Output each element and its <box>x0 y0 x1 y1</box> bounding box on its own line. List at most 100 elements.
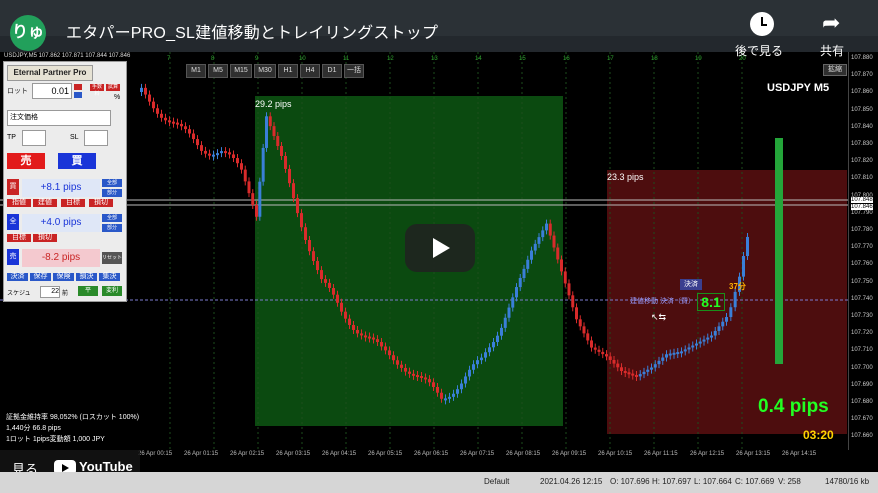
time-tick: 26 Apr 13:15 <box>736 451 771 457</box>
candle-body <box>420 375 423 378</box>
play-icon <box>433 238 450 258</box>
candle-body <box>380 342 383 347</box>
candle-body <box>515 287 518 298</box>
lot-up-button[interactable] <box>74 84 82 90</box>
target-button[interactable]: 目標 <box>61 199 85 207</box>
play-button[interactable] <box>405 224 475 272</box>
time-tick: 26 Apr 03:15 <box>276 451 311 457</box>
fee-button[interactable]: 手数料 <box>90 84 104 97</box>
period-line: 1,440分 66.8 pips <box>6 425 61 432</box>
time-tick: 26 Apr 04:15 <box>322 451 357 457</box>
time-tick: 26 Apr 02:15 <box>230 451 265 457</box>
share-button[interactable]: 共有 <box>820 42 844 59</box>
candle-body <box>503 317 507 328</box>
timeframe-button-H1[interactable]: H1 <box>278 64 298 78</box>
candle-body <box>184 126 187 130</box>
lot-down-button[interactable] <box>74 92 82 98</box>
breakeven-button[interactable]: 建値 <box>33 199 57 207</box>
price-tick: 107.830 <box>851 141 873 147</box>
candle-body <box>324 279 327 283</box>
minutes-label: 37分 <box>729 282 746 291</box>
top-number: 16 <box>563 56 570 62</box>
timeframe-button-D1[interactable]: D1 <box>322 64 342 78</box>
candle-body <box>468 369 471 377</box>
candle-body <box>456 389 459 394</box>
status-open: O: 107.696 <box>610 477 650 486</box>
candle-body <box>593 347 597 350</box>
all-close-all[interactable]: 全部 <box>102 214 122 222</box>
sell-action-row: 決済 保存 保険 損決 集決 <box>7 273 122 281</box>
reset-button[interactable]: リセット <box>102 252 122 264</box>
candle-body <box>144 87 147 95</box>
candle-body <box>228 152 231 155</box>
save-button[interactable]: 保存 <box>30 273 51 281</box>
flat-button[interactable]: 平 <box>78 286 98 296</box>
time-tick: 26 Apr 08:15 <box>506 451 541 457</box>
settle-tab-button[interactable]: 決済 <box>7 273 28 281</box>
candle-body <box>653 364 657 368</box>
timeframe-button-M1[interactable]: M1 <box>186 64 206 78</box>
size-input[interactable]: 22 <box>40 286 60 298</box>
candle-body <box>364 335 367 338</box>
trade-panel: Eternal Partner Pro ロット 0.01 手数料 試算 % 注文… <box>3 61 127 302</box>
price-tick: 107.850 <box>851 106 873 113</box>
candle-body <box>464 376 467 384</box>
candle-body <box>232 154 235 159</box>
timeframe-button-M30[interactable]: M30 <box>254 64 276 78</box>
channel-avatar[interactable]: りゅ <box>10 15 46 51</box>
buy-action-row: 指値 建値 目標 損切 <box>7 199 122 207</box>
insurance-button[interactable]: 保険 <box>53 273 74 281</box>
loss-settle-button[interactable]: 損決 <box>76 273 97 281</box>
candle-body <box>552 235 556 248</box>
top-number: 10 <box>299 56 306 62</box>
buy-button[interactable]: 買 <box>58 153 96 169</box>
change-button[interactable]: 変利 <box>102 286 122 296</box>
stoploss-button[interactable]: 損切 <box>89 199 113 207</box>
candle-body <box>240 163 243 170</box>
candle-body <box>412 373 415 376</box>
price-tick: 107.670 <box>851 416 873 423</box>
tp-input[interactable] <box>22 130 46 146</box>
all-target-button[interactable]: 目標 <box>7 234 31 242</box>
candle-body <box>672 352 676 355</box>
time-tick: 26 Apr 09:15 <box>552 451 587 457</box>
candle-body <box>160 113 163 118</box>
sl-input[interactable] <box>84 130 108 146</box>
all-close-part[interactable]: 部分 <box>102 224 122 232</box>
video-title[interactable]: エタパーPRO_SL建値移動とトレイリングストップ <box>66 19 438 43</box>
candle-body <box>212 154 215 157</box>
candle-body <box>733 291 737 308</box>
timeframe-button-H4[interactable]: H4 <box>300 64 320 78</box>
candle-body <box>432 382 435 387</box>
watch-later-button[interactable]: 後で見る <box>735 42 783 59</box>
expand-button[interactable]: 拡縮 <box>823 64 847 76</box>
green-zone-label: 29.2 pips <box>255 99 292 109</box>
price-tick: 107.880 <box>851 55 873 61</box>
time-tick: 26 Apr 07:15 <box>460 451 495 457</box>
sell-button[interactable]: 売 <box>7 153 45 169</box>
all-stoploss-button[interactable]: 損切 <box>33 234 57 242</box>
batch-settle-button[interactable]: 集決 <box>99 273 120 281</box>
lot-unit: % <box>114 94 121 101</box>
candle-body <box>258 181 262 217</box>
candle-body <box>265 116 268 148</box>
clock-icon <box>750 12 774 36</box>
timeframe-button-M5[interactable]: M5 <box>208 64 228 78</box>
margin-line: 証拠金維持率 98,052% (ロスカット 100%) <box>6 414 140 421</box>
candle-body <box>220 151 223 154</box>
lot-input[interactable]: 0.01 <box>32 83 72 99</box>
sell-side-tag: 売 <box>7 249 19 265</box>
candle-body <box>725 317 728 322</box>
candle-body <box>436 386 439 393</box>
price-tick: 107.700 <box>851 364 873 371</box>
candle-body <box>200 145 203 151</box>
buy-close-part[interactable]: 部分 <box>102 189 122 197</box>
timeframe-button-M15[interactable]: M15 <box>230 64 252 78</box>
settle-button[interactable]: 決済 <box>680 279 702 290</box>
candle-body <box>578 319 582 327</box>
buy-close-all[interactable]: 全部 <box>102 179 122 187</box>
limit-button[interactable]: 指値 <box>7 199 31 207</box>
order-price-field[interactable]: 注文価格 <box>7 110 111 126</box>
trial-button[interactable]: 試算 <box>106 84 120 91</box>
timeframe-button-一括[interactable]: 一括 <box>344 64 364 78</box>
